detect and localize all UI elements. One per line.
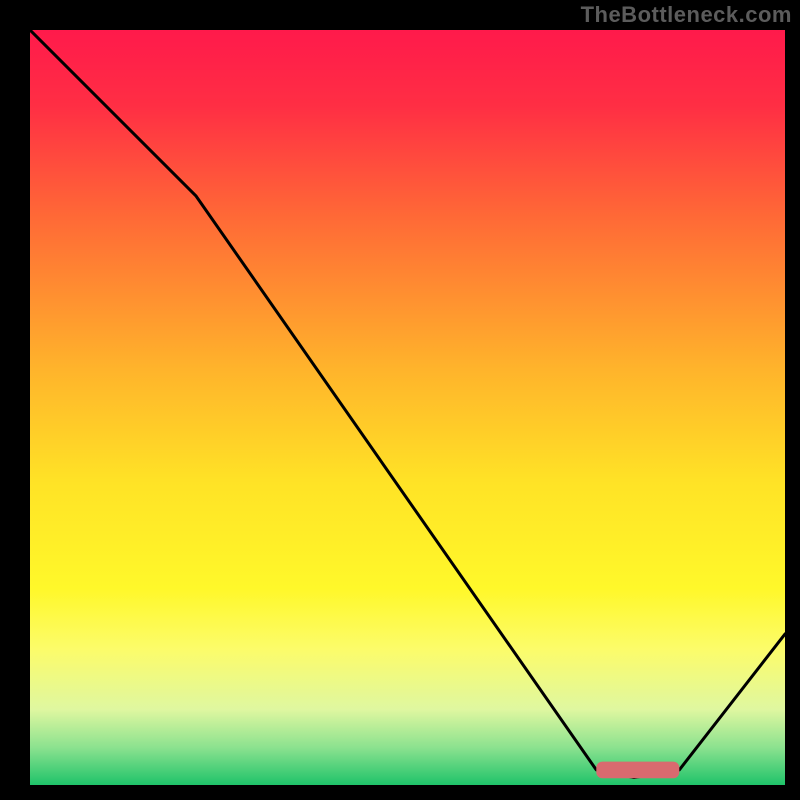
chart-svg bbox=[30, 30, 785, 785]
optimal-range-marker bbox=[596, 762, 679, 779]
watermark-text: TheBottleneck.com bbox=[581, 2, 792, 28]
plot-area bbox=[30, 30, 785, 785]
chart-frame: TheBottleneck.com bbox=[0, 0, 800, 800]
